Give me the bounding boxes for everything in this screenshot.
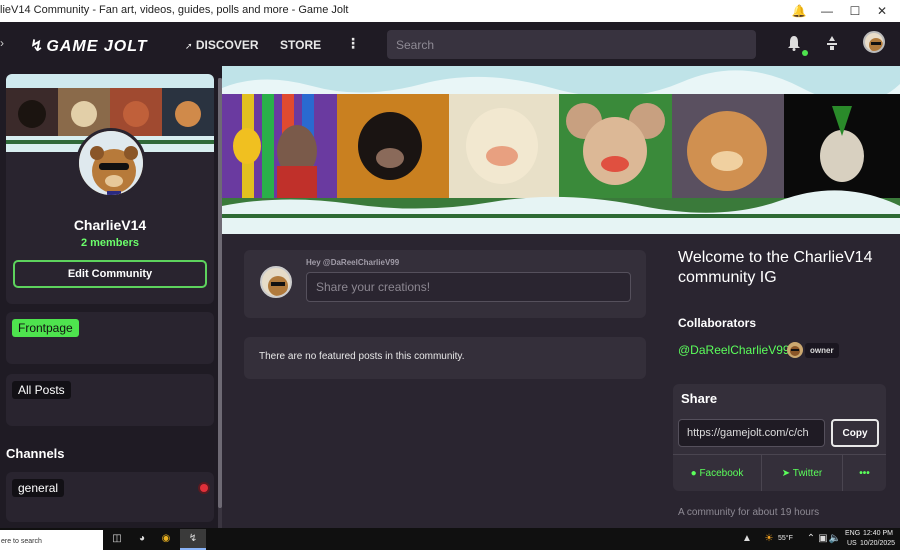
input-language[interactable]: ENG xyxy=(845,530,860,537)
game-jolt-logo[interactable]: ↯ GAME JOLT xyxy=(30,36,148,56)
more-menu-icon[interactable]: ⋮ xyxy=(346,35,360,52)
composer-avatar xyxy=(260,266,292,298)
all-posts-tab[interactable]: All Posts xyxy=(12,381,71,399)
share-creations-input[interactable] xyxy=(306,272,631,302)
online-indicator xyxy=(802,50,808,56)
community-name: CharlieV14 xyxy=(73,217,147,233)
collaborator-avatar[interactable] xyxy=(787,342,803,358)
close-icon[interactable]: ✕ xyxy=(873,2,891,20)
composer-greeting: Hey @DaReelCharlieV99 xyxy=(306,258,400,267)
community-card: CharlieV14 2 members Edit Community xyxy=(6,74,214,304)
chevron-right-icon[interactable]: › xyxy=(0,36,4,50)
input-region[interactable]: US xyxy=(847,540,857,547)
share-card: Share Copy ● Facebook ➤ Twitter ••• xyxy=(673,384,886,491)
notification-bell-icon[interactable]: 🔔 xyxy=(790,2,808,20)
collaborator-link[interactable]: @DaReelCharlieV99 xyxy=(678,343,790,357)
owner-badge: owner xyxy=(805,343,839,358)
game-jolt-taskbar-item[interactable]: ↯ xyxy=(180,529,206,550)
rocket-icon: ➚ xyxy=(185,41,193,51)
clock-date[interactable]: 10/20/2025 xyxy=(860,540,895,547)
facebook-icon: ● xyxy=(690,468,697,479)
volume-icon[interactable]: 🔈 xyxy=(828,532,842,546)
search-input[interactable] xyxy=(387,30,756,59)
trophy-icon[interactable] xyxy=(824,35,840,51)
twitter-share-button[interactable]: ➤ Twitter xyxy=(762,455,842,491)
windows-taskbar: ere to search ◫ ◕ ◉ ↯ ▲ ☀ 55°F ⌃ ▣ 🔈 ENG… xyxy=(0,528,900,550)
store-link[interactable]: STORE xyxy=(280,38,321,52)
community-avatar xyxy=(76,128,146,198)
community-sidebar: CharlieV14 2 members Edit Community Fron… xyxy=(0,66,222,528)
community-description: Welcome to the CharlieV14 community IG xyxy=(678,249,873,286)
more-share-button[interactable]: ••• xyxy=(843,455,886,491)
temperature: 55°F xyxy=(778,535,793,542)
community-main: Hey @DaReelCharlieV99 There are no featu… xyxy=(222,66,900,528)
activity-bell-icon[interactable] xyxy=(787,35,801,51)
bolt-icon: ↯ xyxy=(188,533,198,544)
window-title: lieV14 Community - Fan art, videos, guid… xyxy=(0,4,349,16)
user-avatar[interactable] xyxy=(863,31,885,53)
clock-time[interactable]: 12:40 PM xyxy=(863,530,893,537)
featured-posts-empty: There are no featured posts in this comm… xyxy=(244,337,646,379)
taskbar-search[interactable]: ere to search xyxy=(0,530,103,550)
post-composer: Hey @DaReelCharlieV99 xyxy=(244,250,646,318)
channel-label: general xyxy=(12,479,65,497)
top-navigation: › ↯ GAME JOLT ➚ DISCOVER STORE ⋮ xyxy=(0,22,900,66)
facebook-share-button[interactable]: ● Facebook xyxy=(673,455,761,491)
edit-community-button[interactable]: Edit Community xyxy=(13,260,207,288)
chrome-icon[interactable]: ◉ xyxy=(159,532,173,546)
window-title-bar: lieV14 Community - Fan art, videos, guid… xyxy=(0,0,900,22)
scroll-up-icon[interactable]: ▲ xyxy=(740,532,754,546)
unread-indicator xyxy=(200,484,208,492)
minimize-icon[interactable]: — xyxy=(818,2,836,20)
weather-icon: ☀ xyxy=(764,533,774,544)
frontpage-nav-card[interactable]: Frontpage xyxy=(6,312,214,364)
twitter-icon: ➤ xyxy=(781,468,791,479)
frontpage-tab[interactable]: Frontpage xyxy=(12,319,79,337)
all-posts-nav-card[interactable]: All Posts xyxy=(6,374,214,426)
member-count[interactable]: 2 members xyxy=(6,237,214,249)
community-banner xyxy=(222,66,900,234)
community-age: A community for about 19 hours xyxy=(678,507,820,518)
share-buttons-row: ● Facebook ➤ Twitter ••• xyxy=(673,454,886,491)
channels-heading: Channels xyxy=(6,446,65,461)
collaborators-heading: Collaborators xyxy=(678,316,757,330)
search-box[interactable] xyxy=(387,30,756,59)
channel-item-general[interactable]: general xyxy=(6,472,214,522)
copy-button[interactable]: Copy xyxy=(831,419,879,447)
discover-link[interactable]: ➚ DISCOVER xyxy=(185,38,259,52)
maximize-icon[interactable]: ☐ xyxy=(846,2,864,20)
share-url-field[interactable] xyxy=(678,419,825,447)
app-icon[interactable]: ◕ xyxy=(135,532,149,546)
share-heading: Share xyxy=(681,391,718,406)
bolt-icon: ↯ xyxy=(30,38,45,55)
task-view-icon[interactable]: ◫ xyxy=(110,532,124,546)
empty-message: There are no featured posts in this comm… xyxy=(259,351,465,362)
